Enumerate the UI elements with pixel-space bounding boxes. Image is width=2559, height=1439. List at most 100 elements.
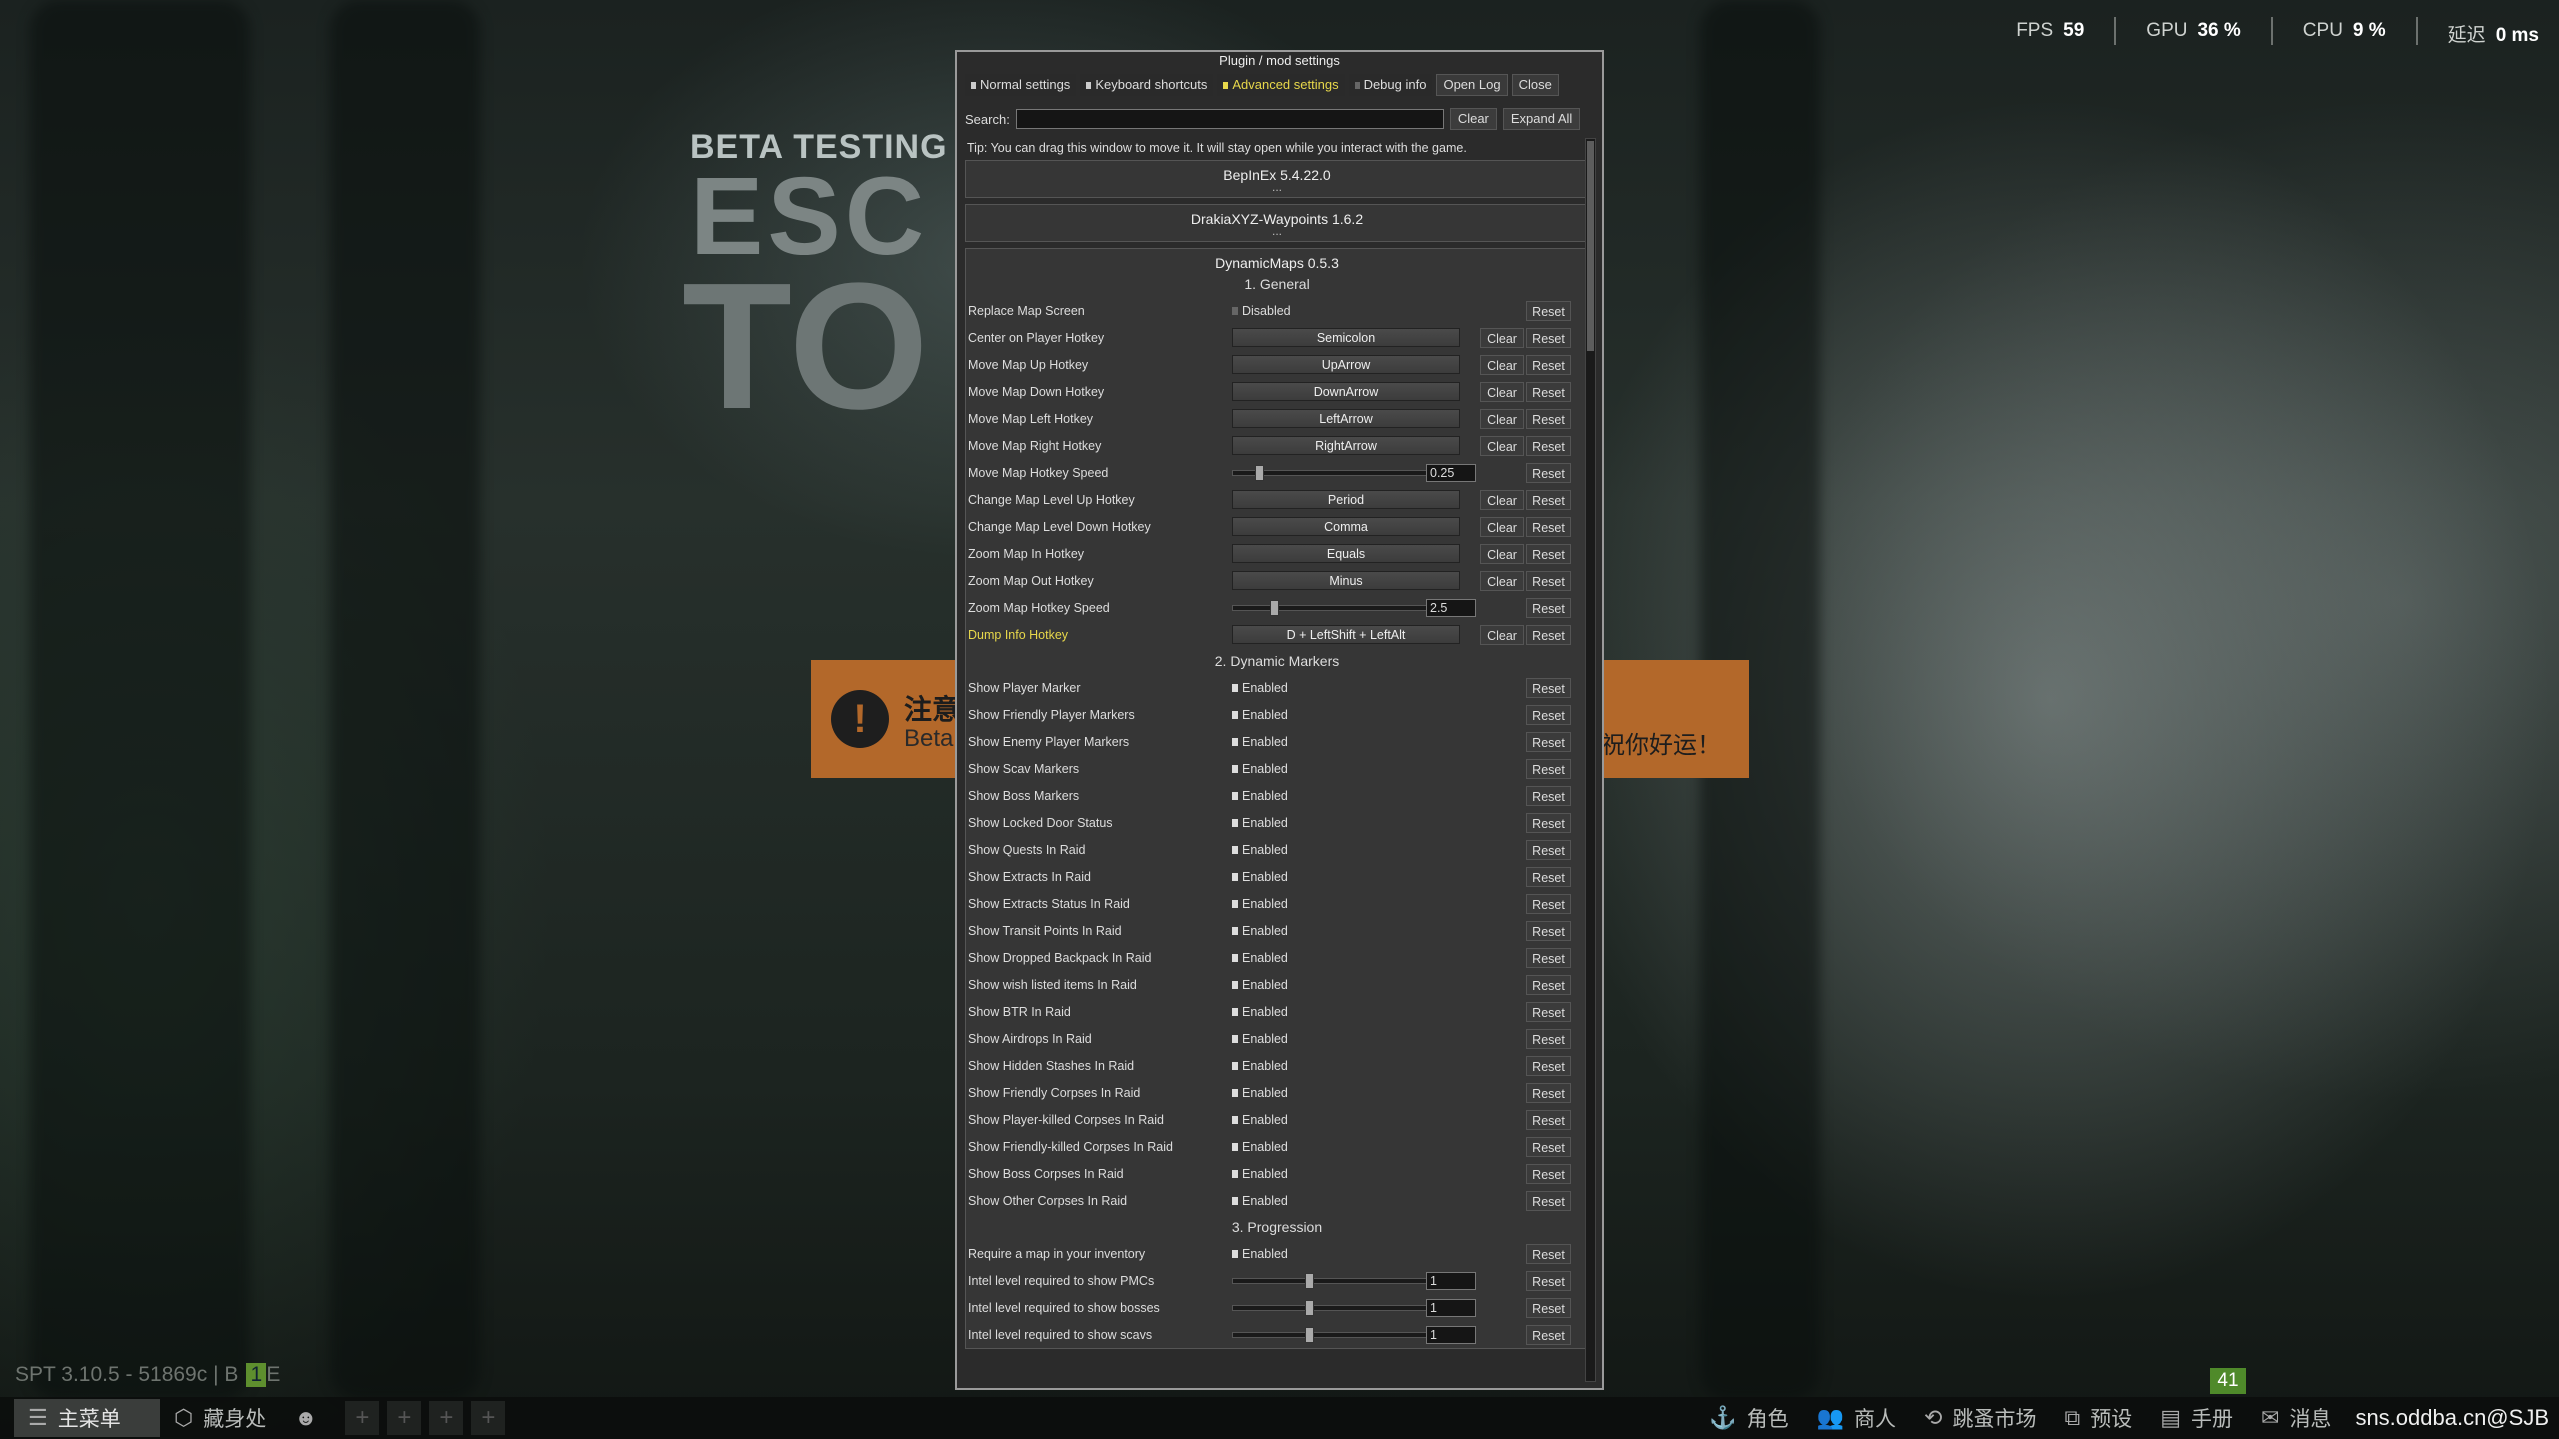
enable-toggle[interactable]: Enabled — [1232, 789, 1288, 803]
clear-button[interactable]: Clear — [1480, 435, 1524, 456]
reset-button[interactable]: Reset — [1526, 489, 1571, 510]
search-input[interactable] — [1015, 109, 1444, 129]
speed-value-input[interactable]: 0.25 — [1426, 463, 1476, 482]
main-menu-button[interactable]: ☰ 主菜单 — [14, 1399, 160, 1437]
enable-toggle[interactable]: Enabled — [1232, 924, 1288, 938]
hotkey-button[interactable]: Equals — [1232, 544, 1460, 563]
tab-keyboard-shortcuts[interactable]: Keyboard shortcuts — [1080, 74, 1214, 96]
expand-all-button[interactable]: Expand All — [1502, 108, 1581, 130]
clear-button[interactable]: Clear — [1480, 489, 1524, 510]
add-slot-button[interactable]: + — [387, 1401, 422, 1435]
hotkey-button[interactable]: D + LeftShift + LeftAlt — [1232, 625, 1460, 644]
reset-button[interactable]: Reset — [1526, 1001, 1571, 1022]
traders-button[interactable]: 👥 商人 — [1803, 1397, 1910, 1439]
clear-button[interactable]: Clear — [1480, 408, 1524, 429]
reset-button[interactable]: Reset — [1526, 1136, 1571, 1157]
reset-button[interactable]: Reset — [1526, 1028, 1571, 1049]
reset-button[interactable]: Reset — [1526, 516, 1571, 537]
hotkey-button[interactable]: UpArrow — [1232, 355, 1460, 374]
clear-button[interactable]: Clear — [1480, 354, 1524, 375]
reset-button[interactable]: Reset — [1526, 1082, 1571, 1103]
add-slot-button[interactable]: + — [345, 1401, 380, 1435]
enable-toggle[interactable]: Enabled — [1232, 978, 1288, 992]
mod-name[interactable]: DynamicMaps 0.5.3 — [966, 255, 1588, 271]
reset-button[interactable]: Reset — [1526, 704, 1571, 725]
reset-button[interactable]: Reset — [1526, 408, 1571, 429]
reset-button[interactable]: Reset — [1526, 354, 1571, 375]
flea-market-button[interactable]: ⟲ 跳蚤市场 — [1910, 1397, 2050, 1439]
intel-value-input[interactable]: 1 — [1426, 1298, 1476, 1317]
tab-normal-settings[interactable]: Normal settings — [965, 74, 1077, 96]
reset-button[interactable]: Reset — [1526, 381, 1571, 402]
zoom-speed-value-input[interactable]: 2.5 — [1426, 598, 1476, 617]
reset-button[interactable]: Reset — [1526, 1270, 1571, 1291]
clear-button[interactable]: Clear — [1480, 516, 1524, 537]
player-icon-button[interactable]: ☻ — [280, 1397, 341, 1439]
slider-handle[interactable] — [1305, 1326, 1314, 1343]
reset-button[interactable]: Reset — [1526, 947, 1571, 968]
hotkey-button[interactable]: LeftArrow — [1232, 409, 1460, 428]
reset-button[interactable]: Reset — [1526, 570, 1571, 591]
reset-button[interactable]: Reset — [1526, 1055, 1571, 1076]
slider-handle[interactable] — [1270, 599, 1279, 616]
add-slot-button[interactable]: + — [429, 1401, 464, 1435]
reset-button[interactable]: Reset — [1526, 893, 1571, 914]
add-slot-button[interactable]: + — [471, 1401, 506, 1435]
reset-button[interactable]: Reset — [1526, 785, 1571, 806]
plugin-settings-window[interactable]: Plugin / mod settings Normal settings Ke… — [955, 50, 1604, 1390]
intel-value-input[interactable]: 1 — [1426, 1271, 1476, 1290]
slider-handle[interactable] — [1255, 464, 1264, 481]
clear-button[interactable]: Clear — [1480, 327, 1524, 348]
clear-button[interactable]: Clear — [1480, 570, 1524, 591]
enable-toggle[interactable]: Enabled — [1232, 1059, 1288, 1073]
reset-button[interactable]: Reset — [1526, 543, 1571, 564]
search-clear-button[interactable]: Clear — [1449, 108, 1497, 130]
close-button[interactable]: Close — [1511, 74, 1559, 96]
enable-toggle[interactable]: Enabled — [1232, 870, 1288, 884]
hideout-button[interactable]: ⬡ 藏身处 — [160, 1397, 280, 1439]
reset-button[interactable]: Reset — [1526, 435, 1571, 456]
presets-button[interactable]: ⧉ 预设 — [2050, 1397, 2146, 1439]
enable-toggle[interactable]: Enabled — [1232, 1032, 1288, 1046]
enable-toggle[interactable]: Enabled — [1232, 735, 1288, 749]
reset-button[interactable]: Reset — [1526, 597, 1571, 618]
reset-button[interactable]: Reset — [1526, 1163, 1571, 1184]
reset-button[interactable]: Reset — [1526, 1243, 1571, 1264]
tab-advanced-settings[interactable]: Advanced settings — [1217, 74, 1345, 96]
enable-toggle[interactable]: Enabled — [1232, 1086, 1288, 1100]
tab-debug-info[interactable]: Debug info — [1348, 74, 1433, 96]
enable-toggle[interactable]: Enabled — [1232, 843, 1288, 857]
reset-button[interactable]: Reset — [1526, 731, 1571, 752]
reset-button[interactable]: Reset — [1526, 462, 1571, 483]
enable-toggle[interactable]: Enabled — [1232, 1247, 1288, 1261]
clear-button[interactable]: Clear — [1480, 624, 1524, 645]
hotkey-button[interactable]: DownArrow — [1232, 382, 1460, 401]
reset-button[interactable]: Reset — [1526, 758, 1571, 779]
reset-button[interactable]: Reset — [1526, 327, 1571, 348]
reset-button[interactable]: Reset — [1526, 300, 1571, 321]
hotkey-button[interactable]: Minus — [1232, 571, 1460, 590]
enable-toggle[interactable]: Enabled — [1232, 951, 1288, 965]
reset-button[interactable]: Reset — [1526, 1297, 1571, 1318]
window-title[interactable]: Plugin / mod settings — [957, 52, 1602, 70]
enable-toggle[interactable]: Enabled — [1232, 762, 1288, 776]
enable-toggle[interactable]: Enabled — [1232, 1140, 1288, 1154]
clear-button[interactable]: Clear — [1480, 381, 1524, 402]
mod-entry-waypoints[interactable]: DrakiaXYZ-Waypoints 1.6.2 ... — [965, 204, 1589, 242]
settings-list[interactable]: Tip: You can drag this window to move it… — [965, 138, 1589, 1386]
character-button[interactable]: ⚓ 角色 — [1695, 1397, 1802, 1439]
reset-button[interactable]: Reset — [1526, 920, 1571, 941]
handbook-button[interactable]: ▤ 手册 — [2146, 1397, 2247, 1439]
intel-value-input[interactable]: 1 — [1426, 1325, 1476, 1344]
enable-toggle[interactable]: Enabled — [1232, 1005, 1288, 1019]
hotkey-button[interactable]: RightArrow — [1232, 436, 1460, 455]
clear-button[interactable]: Clear — [1480, 543, 1524, 564]
reset-button[interactable]: Reset — [1526, 677, 1571, 698]
reset-button[interactable]: Reset — [1526, 1190, 1571, 1211]
reset-button[interactable]: Reset — [1526, 812, 1571, 833]
enable-toggle[interactable]: Enabled — [1232, 681, 1288, 695]
enable-toggle[interactable]: Enabled — [1232, 1167, 1288, 1181]
reset-button[interactable]: Reset — [1526, 624, 1571, 645]
enable-toggle[interactable]: Enabled — [1232, 708, 1288, 722]
reset-button[interactable]: Reset — [1526, 866, 1571, 887]
